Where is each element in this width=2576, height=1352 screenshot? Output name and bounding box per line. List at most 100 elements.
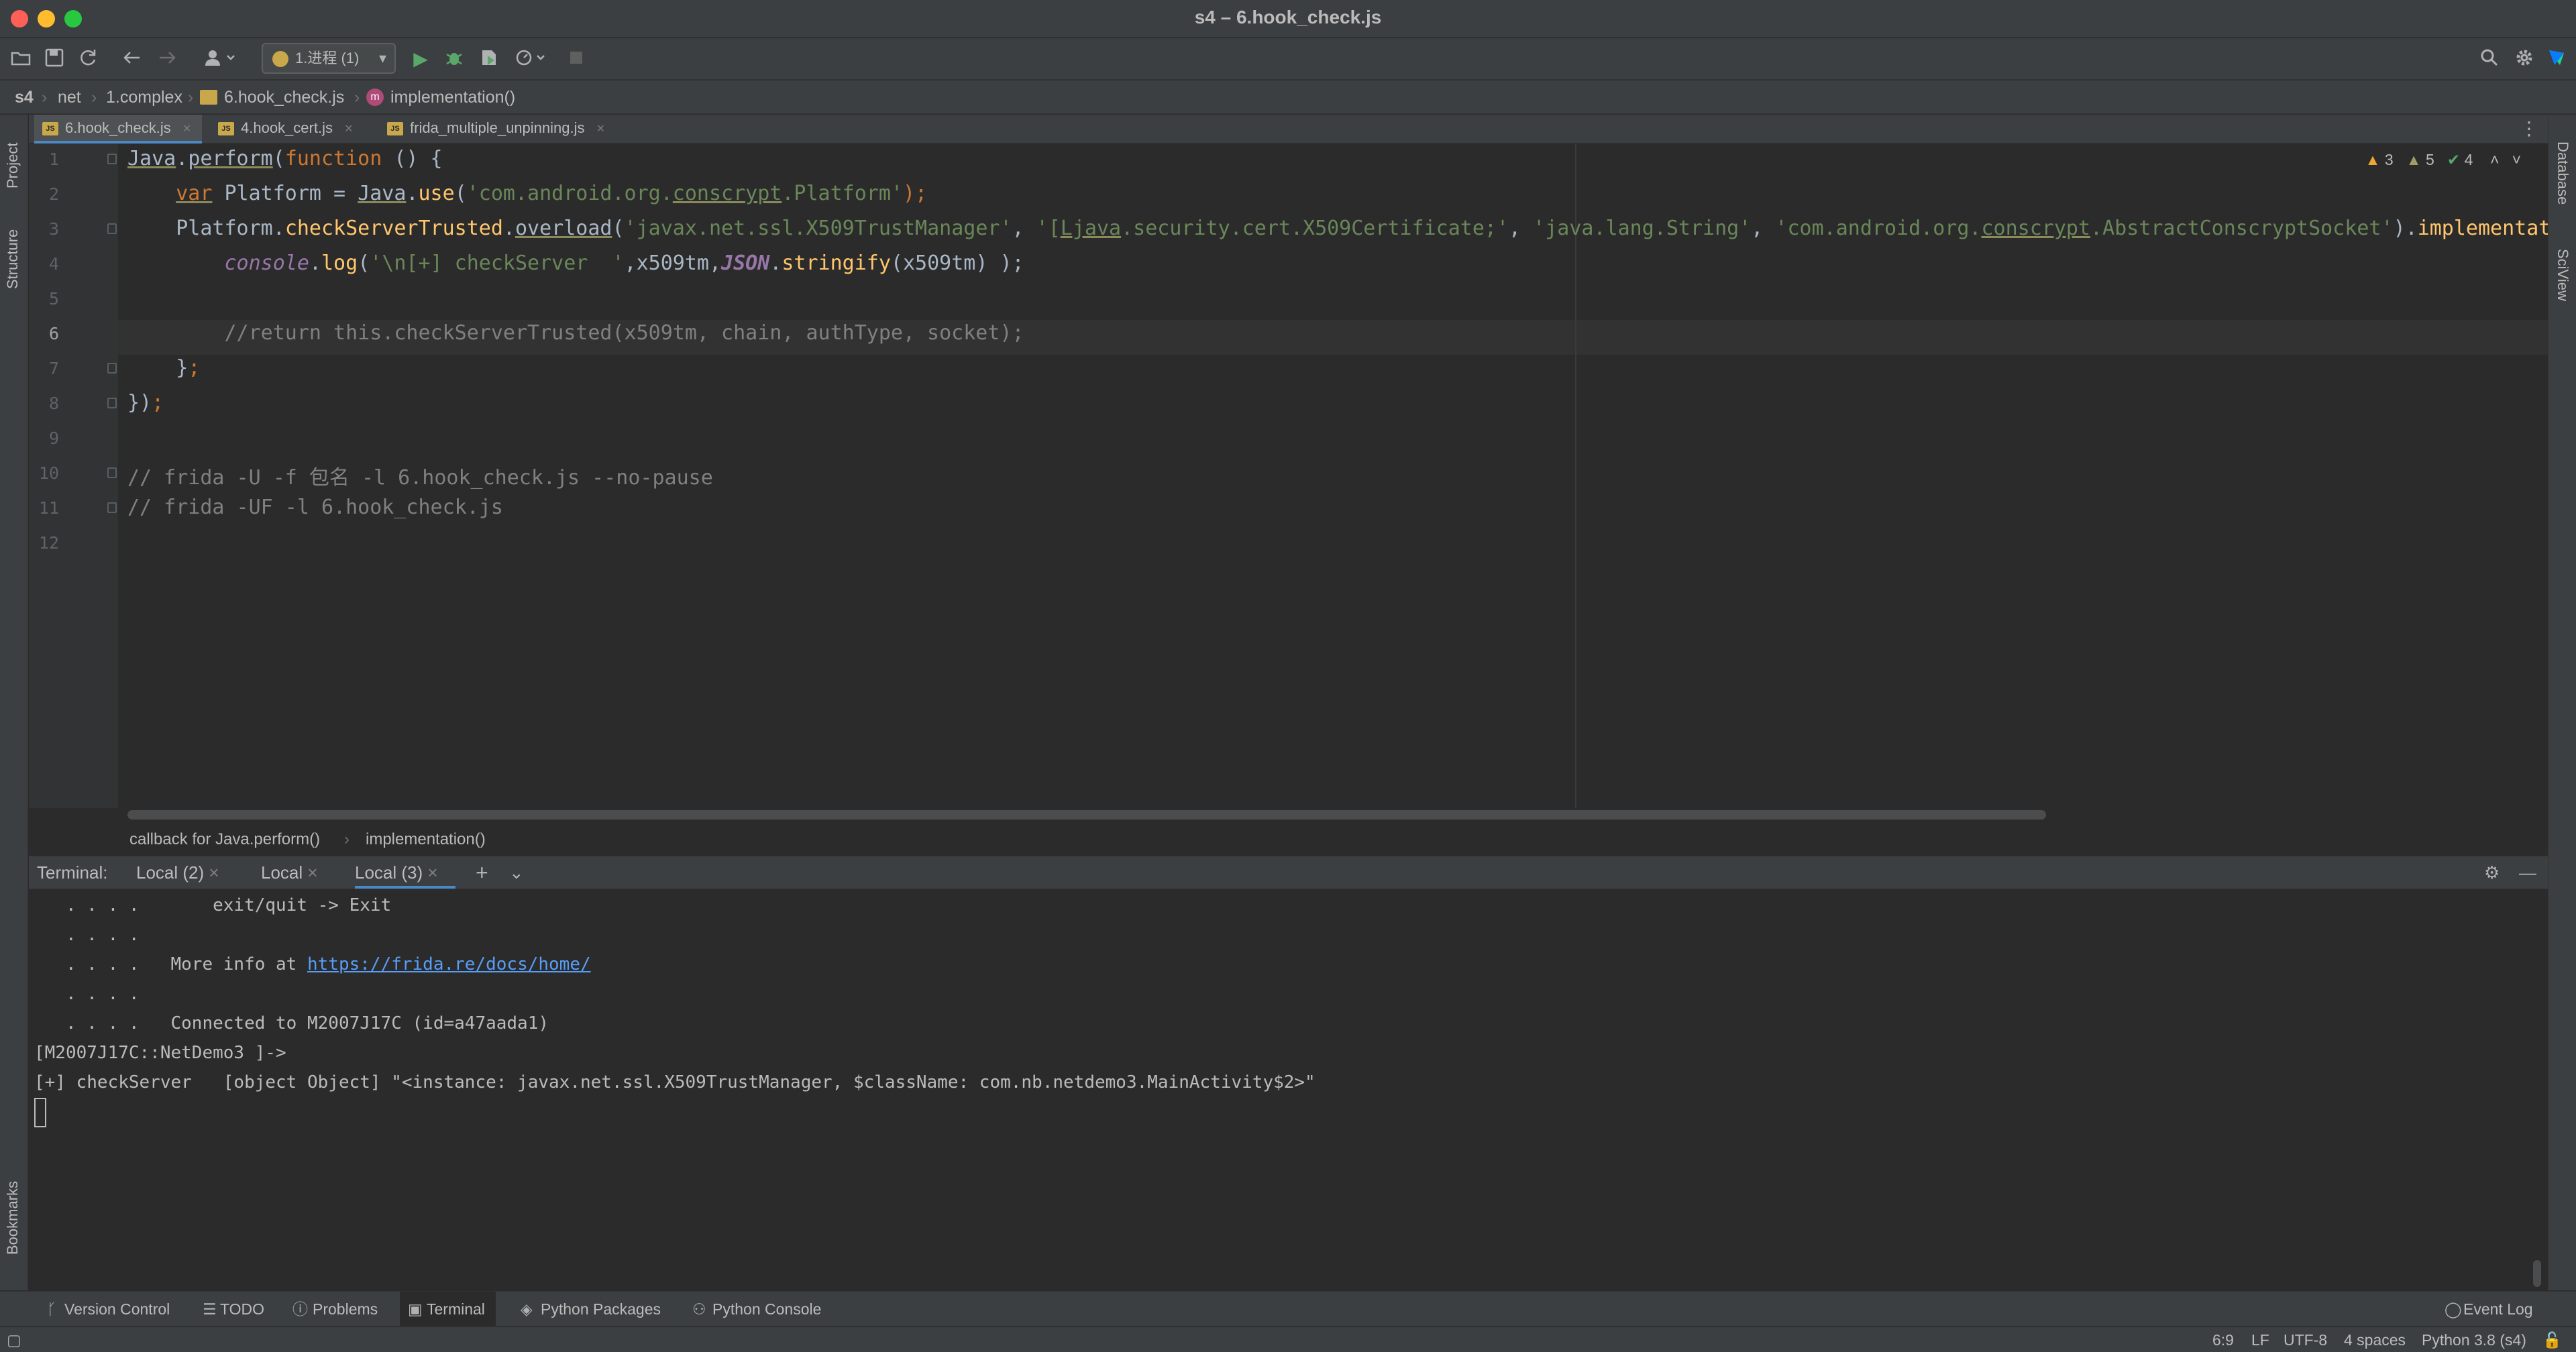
terminal-output[interactable]: . . . . exit/quit -> Exit . . . . . . . … xyxy=(29,890,2548,1290)
fold-marker-icon[interactable] xyxy=(107,154,117,164)
breadcrumb-separator: › xyxy=(344,830,350,848)
breadcrumb-folder-net[interactable]: net xyxy=(58,80,81,114)
toggle-tool-windows-icon[interactable]: ▢ xyxy=(7,1327,21,1352)
close-tab-icon[interactable]: × xyxy=(307,862,317,883)
python-packages-button[interactable]: ◈ Python Packages xyxy=(518,1292,661,1327)
main-toolbar: 1.进程 (1) ▾ ▶ xyxy=(0,38,2576,80)
terminal-tab-local[interactable]: Local × xyxy=(261,856,318,889)
line-separator[interactable]: LF xyxy=(2251,1327,2269,1352)
file-encoding[interactable]: UTF-8 xyxy=(2284,1327,2327,1352)
structure-tool-window-button[interactable]: Structure xyxy=(4,229,21,289)
structure-crumb-callback[interactable]: callback for Java.perform() xyxy=(129,824,320,856)
sync-icon[interactable] xyxy=(76,48,99,70)
save-icon[interactable] xyxy=(43,48,66,70)
fold-marker-icon[interactable] xyxy=(107,398,117,408)
gear-icon[interactable] xyxy=(2513,48,2536,70)
breadcrumb-project[interactable]: s4 xyxy=(15,80,34,114)
indent-setting[interactable]: 4 spaces xyxy=(2344,1327,2406,1352)
close-tab-icon[interactable]: × xyxy=(183,121,191,136)
line-number: 3 xyxy=(48,219,59,239)
fold-marker-icon[interactable] xyxy=(107,223,117,234)
search-icon[interactable] xyxy=(2478,48,2501,70)
coverage-icon[interactable] xyxy=(478,48,500,70)
lock-icon[interactable]: 🔓 xyxy=(2542,1327,2562,1352)
line-number: 12 xyxy=(38,533,59,553)
code-line-11-comment[interactable]: // frida -UF -l 6.hook_check.js xyxy=(127,496,503,519)
close-tab-icon[interactable]: × xyxy=(427,862,437,883)
profile-icon[interactable] xyxy=(513,48,550,70)
info-icon: ⓘ xyxy=(292,1300,308,1318)
structure-crumb-implementation[interactable]: implementation() xyxy=(366,824,486,856)
fold-marker-icon[interactable] xyxy=(107,363,117,374)
terminal-button[interactable]: ▣ Terminal xyxy=(400,1292,496,1327)
python-interpreter[interactable]: Python 3.8 (s4) xyxy=(2422,1327,2526,1352)
event-log-button[interactable]: ◯ Event Log xyxy=(2442,1292,2533,1327)
fold-marker-icon[interactable] xyxy=(107,502,117,513)
terminal-line: . . . . exit/quit -> Exit xyxy=(34,895,392,915)
fold-marker-icon[interactable] xyxy=(107,467,117,478)
line-number: 9 xyxy=(48,429,59,448)
editor-tab-bar: JS 6.hook_check.js × JS 4.hook_cert.js × J… xyxy=(29,115,2548,144)
problems-button[interactable]: ⓘ Problems xyxy=(290,1292,378,1327)
project-tool-window-button[interactable]: Project xyxy=(4,143,21,188)
tab-frida-multiple-unpinning[interactable]: JS frida_multiple_unpinning.js × xyxy=(379,115,661,144)
close-tab-icon[interactable]: × xyxy=(345,121,353,136)
close-tab-icon[interactable]: × xyxy=(597,121,605,136)
editor-horizontal-scrollbar[interactable] xyxy=(127,810,2046,820)
tab-4-hook-cert[interactable]: JS 4.hook_cert.js × xyxy=(210,115,391,144)
code-line-1[interactable]: Java.perform(function () { xyxy=(127,147,443,170)
weak-warning-icon: ▲ xyxy=(2406,151,2422,168)
breadcrumb-separator: › xyxy=(91,88,97,107)
breadcrumb-method[interactable]: m implementation() xyxy=(366,80,515,114)
code-line-10-comment[interactable]: // frida -U -f 包名 -l 6.hook_check.js --n… xyxy=(127,461,713,490)
terminal-tab-local-3[interactable]: Local (3) × xyxy=(355,856,455,889)
back-icon[interactable] xyxy=(121,48,144,70)
chevron-down-icon[interactable]: ˅ xyxy=(2512,151,2521,168)
run-icon[interactable]: ▶ xyxy=(409,48,432,70)
new-terminal-icon[interactable]: + xyxy=(476,856,488,889)
js-file-icon xyxy=(200,90,217,105)
breadcrumb-file-label: 6.hook_check.js xyxy=(224,88,345,107)
event-log-icon: ◯ xyxy=(2445,1300,2462,1318)
terminal-cursor xyxy=(34,1098,46,1127)
terminal-tab-label: Local xyxy=(261,862,303,883)
breadcrumb-file[interactable]: 6.hook_check.js xyxy=(200,80,344,114)
frida-docs-link[interactable]: https://frida.re/docs/home/ xyxy=(307,954,591,974)
stop-icon[interactable] xyxy=(565,48,588,70)
chevron-up-icon[interactable]: ˄ xyxy=(2490,151,2499,168)
inspection-widget[interactable]: ▲ 3 ▲ 5 ✔ 4 ˄ ˅ xyxy=(2365,151,2521,169)
database-tool-window-button[interactable]: Database xyxy=(2554,142,2571,205)
code-line-8[interactable]: }); xyxy=(127,391,164,414)
gear-icon[interactable]: ⚙ xyxy=(2484,856,2500,889)
bookmarks-tool-window-button[interactable]: Bookmarks xyxy=(4,1181,21,1255)
terminal-tab-local-2[interactable]: Local (2) × xyxy=(136,856,219,889)
code-line-3[interactable]: Platform.checkServerTrusted.overload('ja… xyxy=(127,217,2548,240)
line-number: 7 xyxy=(48,359,59,378)
code-line-6-comment[interactable]: //return this.checkServerTrusted(x509tm,… xyxy=(127,321,1024,345)
tab-6-hook-check[interactable]: JS 6.hook_check.js × xyxy=(34,115,202,144)
todo-button[interactable]: ☰ TODO xyxy=(200,1292,264,1327)
terminal-scrollbar[interactable] xyxy=(2533,1260,2541,1287)
code-line-7[interactable]: }; xyxy=(127,356,200,380)
jetbrains-icon[interactable] xyxy=(2545,48,2568,70)
code-editor[interactable]: Java.perform(function () { var Platform … xyxy=(118,144,2548,808)
right-tool-strip: Database SciView xyxy=(2548,115,2576,1290)
warning-icon: ▲ xyxy=(2365,151,2381,168)
debug-icon[interactable] xyxy=(443,48,466,70)
python-console-button[interactable]: ⚇ Python Console xyxy=(690,1292,821,1327)
user-icon[interactable] xyxy=(201,48,239,70)
close-tab-icon[interactable]: × xyxy=(209,862,219,883)
version-control-button[interactable]: ᚴ Version Control xyxy=(44,1292,170,1327)
forward-icon[interactable] xyxy=(156,48,178,70)
folder-open-icon[interactable] xyxy=(9,48,32,70)
caret-position[interactable]: 6:9 xyxy=(2212,1327,2234,1352)
code-line-2[interactable]: var Platform = Java.use('com.android.org… xyxy=(127,182,927,205)
code-line-4[interactable]: console.log('\n[+] checkServer ',x509tm,… xyxy=(127,251,1024,275)
run-configuration-select[interactable]: 1.进程 (1) ▾ xyxy=(262,43,396,74)
window-title: s4 – 6.hook_check.js xyxy=(1194,7,1382,27)
hide-panel-icon[interactable]: — xyxy=(2519,856,2536,889)
breadcrumb-folder-complex[interactable]: 1.complex xyxy=(106,80,182,114)
more-tabs-icon[interactable]: ⋮ xyxy=(2520,117,2538,139)
sciview-tool-window-button[interactable]: SciView xyxy=(2554,249,2571,301)
chevron-down-icon[interactable]: ⌄ xyxy=(509,856,524,889)
